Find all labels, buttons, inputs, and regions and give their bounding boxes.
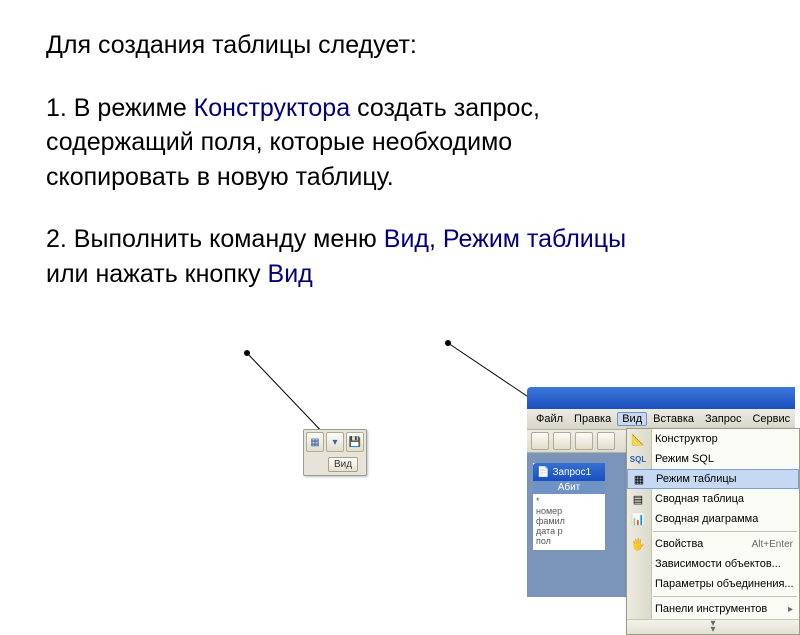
list-item[interactable]: пол — [536, 536, 602, 546]
menu-view[interactable]: Вид — [617, 412, 647, 426]
datasheet-view-icon[interactable]: ▦ — [306, 432, 324, 452]
list-item[interactable]: * — [536, 496, 602, 506]
properties-icon: 🖐 — [630, 536, 646, 552]
toolbar-icon[interactable] — [597, 432, 615, 450]
menu-item-toolbars[interactable]: Панели инструментов ▸ — [627, 599, 799, 619]
toolbar-icon[interactable] — [553, 432, 571, 450]
submenu-arrow-icon: ▸ — [788, 604, 793, 615]
menu-item-properties[interactable]: 🖐 Свойства Alt+Enter — [627, 534, 799, 554]
view-button-label[interactable]: Вид — [328, 457, 358, 472]
sql-icon: SQL — [630, 451, 646, 467]
menu-expand[interactable]: ▾▾ — [627, 619, 799, 634]
toolbar-icon[interactable] — [531, 432, 549, 450]
menu-item-pivot-table[interactable]: ▤ Сводная таблица — [627, 489, 799, 509]
keyword-view-button: Вид — [268, 260, 313, 288]
menu-edit[interactable]: Правка — [569, 412, 616, 426]
menu-file[interactable]: Файл — [531, 412, 568, 426]
menu-item-pivot-chart[interactable]: 📊 Сводная диаграмма — [627, 509, 799, 529]
app-menubar: Файл Правка Вид Вставка Запрос Сервис Ок — [527, 409, 795, 430]
query-table-header: Абит — [533, 481, 605, 494]
step-1: 1. В режиме Конструктора создать запрос,… — [46, 91, 636, 195]
intro: Для создания таблицы следует: — [46, 28, 636, 63]
menu-insert[interactable]: Вставка — [648, 412, 699, 426]
menu-item-datasheet[interactable]: ▦ Режим таблицы — [627, 469, 799, 489]
view-dropdown-menu: 📐 Конструктор SQL Режим SQL ▦ Режим табл… — [626, 428, 800, 635]
hotkey: Alt+Enter — [752, 539, 793, 550]
chevron-down-icon: ▾▾ — [710, 621, 715, 633]
save-icon[interactable]: 💾 — [346, 432, 364, 452]
query-window-title: 📄Запрос1 — [533, 463, 605, 481]
datasheet-icon: ▦ — [631, 471, 647, 487]
menu-service[interactable]: Сервис — [747, 412, 795, 426]
design-icon: 📐 — [630, 431, 646, 447]
query-window: 📄Запрос1 Абит * номер фамил дата р пол — [533, 463, 605, 550]
menu-window[interactable]: Ок — [796, 412, 800, 426]
menu-item-join-params[interactable]: Параметры объединения... — [627, 574, 799, 594]
menu-item-dependencies[interactable]: Зависимости объектов... — [627, 554, 799, 574]
toolbar-icon[interactable] — [575, 432, 593, 450]
keyword-view-menu: Вид — [384, 225, 429, 253]
slide-text: Для создания таблицы следует: 1. В режим… — [46, 28, 636, 319]
query-field-list: * номер фамил дата р пол — [533, 494, 605, 550]
keyword-constructor: Конструктора — [194, 94, 350, 122]
list-item[interactable]: фамил — [536, 516, 602, 526]
pivot-chart-icon: 📊 — [630, 511, 646, 527]
pivot-table-icon: ▤ — [630, 491, 646, 507]
list-item[interactable]: дата р — [536, 526, 602, 536]
menu-item-sql[interactable]: SQL Режим SQL — [627, 449, 799, 469]
view-button-widget: ▦ ▾ 💾 Вид — [303, 429, 367, 476]
step-2: 2. Выполнить команду меню Вид, Режим таб… — [46, 222, 636, 291]
keyword-table-mode: Режим таблицы — [443, 225, 626, 253]
list-item[interactable]: номер — [536, 506, 602, 516]
menu-item-design[interactable]: 📐 Конструктор — [627, 429, 799, 449]
app-titlebar — [527, 387, 795, 409]
menu-query[interactable]: Запрос — [700, 412, 746, 426]
arrow-icon[interactable]: ▾ — [326, 432, 344, 452]
